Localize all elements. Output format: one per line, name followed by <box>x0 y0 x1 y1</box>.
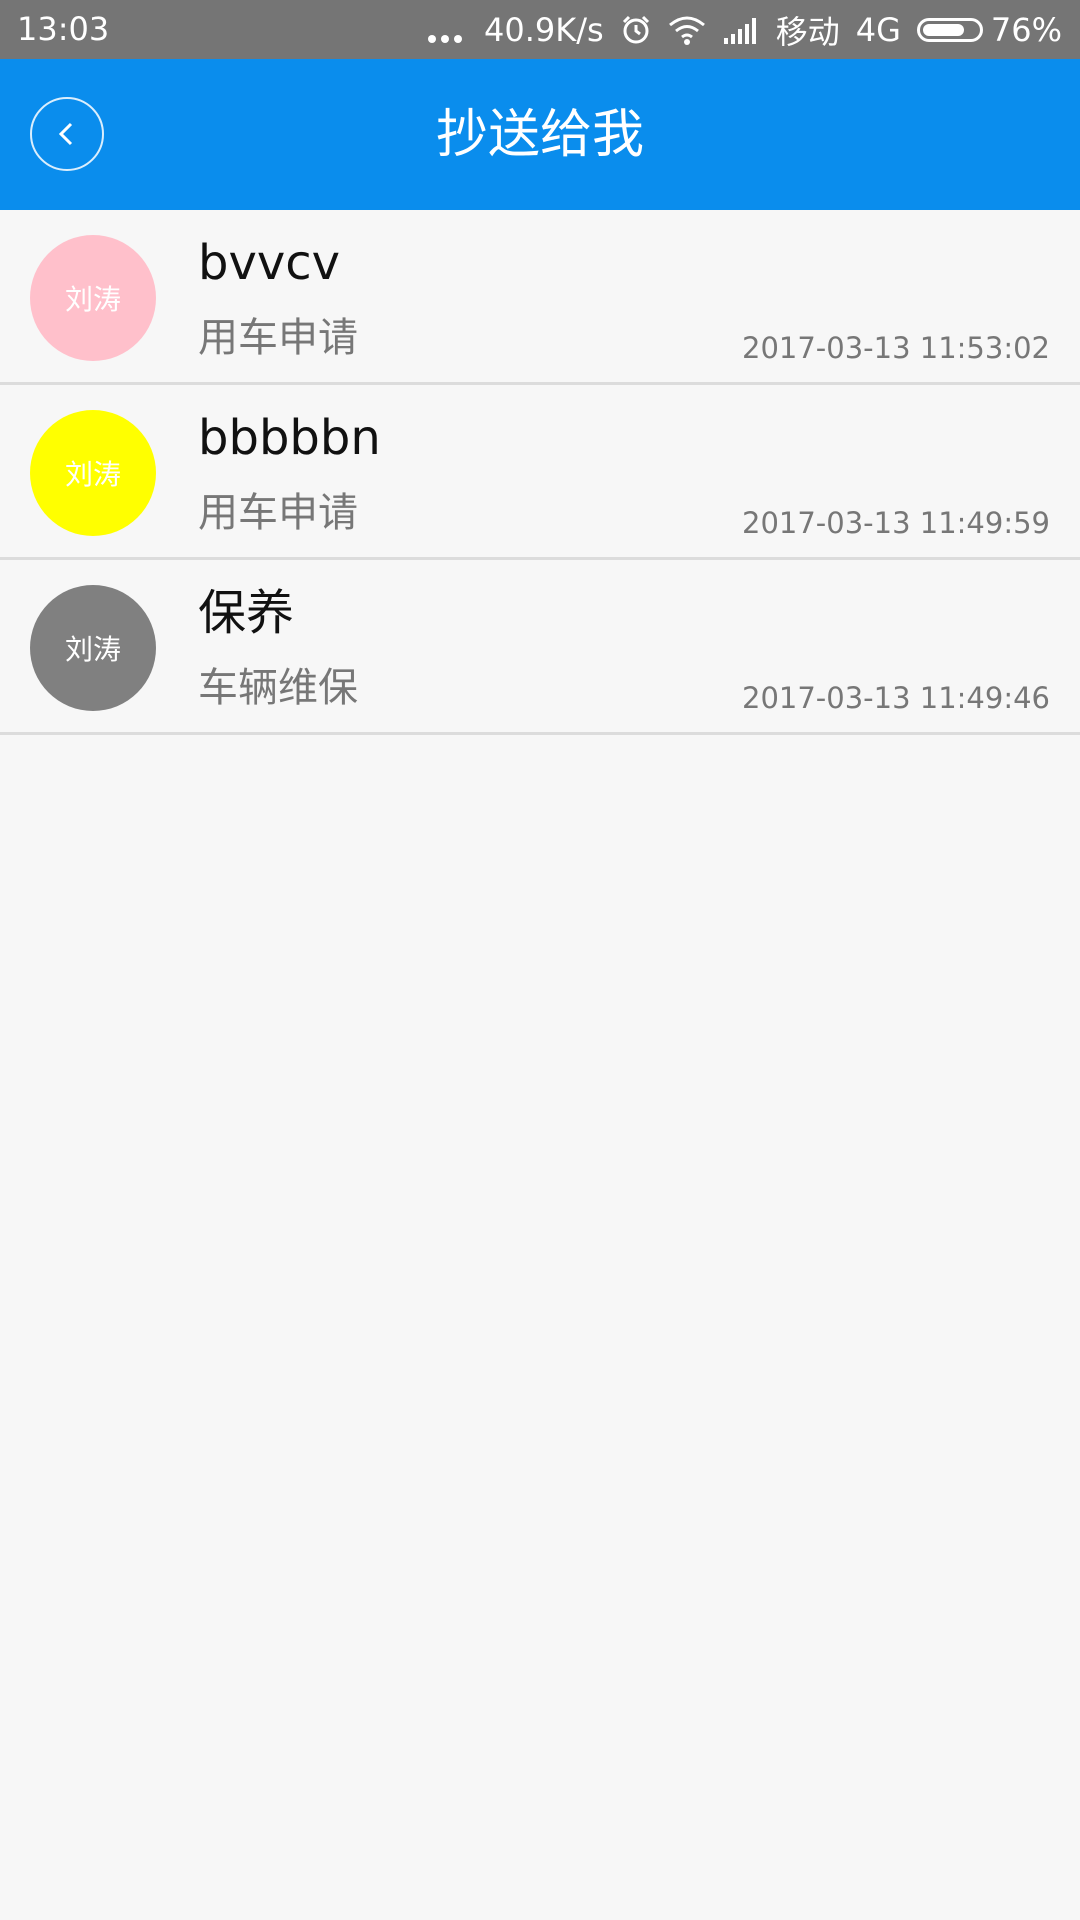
app-bar: 抄送给我 <box>0 59 1080 210</box>
network-type: 4G <box>855 11 901 49</box>
item-type: 车辆维保 <box>198 665 358 711</box>
avatar: 刘涛 <box>30 235 156 361</box>
more-dots-icon <box>428 17 463 43</box>
item-title: bbbbbn <box>198 410 381 466</box>
list-item[interactable]: 刘涛 bbbbbn 用车申请 2017-03-13 11:49:59 <box>0 385 1080 560</box>
item-type: 用车申请 <box>198 315 358 361</box>
avatar-text: 刘涛 <box>64 633 121 666</box>
network-speed: 40.9K/s <box>484 11 604 49</box>
avatar-text: 刘涛 <box>64 458 121 491</box>
wifi-icon <box>668 16 705 45</box>
item-type: 用车申请 <box>198 490 358 536</box>
battery-percent: 76% <box>990 11 1062 49</box>
avatar: 刘涛 <box>30 585 156 711</box>
item-timestamp: 2017-03-13 11:49:59 <box>742 506 1050 540</box>
signal-icon <box>723 18 756 44</box>
alarm-icon <box>622 15 649 44</box>
avatar: 刘涛 <box>30 410 156 536</box>
list-item[interactable]: 刘涛 bvvcv 用车申请 2017-03-13 11:53:02 <box>0 210 1080 385</box>
item-title: bvvcv <box>198 235 341 291</box>
status-bar: 13:03 40.9K/s 移动 4G 76% <box>0 0 1080 59</box>
status-time: 13:03 <box>17 10 110 48</box>
battery-indicator: 76% <box>916 11 1062 49</box>
avatar-text: 刘涛 <box>64 283 121 316</box>
item-title: 保养 <box>198 585 295 641</box>
status-icons: 40.9K/s 移动 4G 76% <box>428 8 1062 52</box>
item-timestamp: 2017-03-13 11:49:46 <box>742 681 1050 715</box>
battery-icon <box>916 18 983 42</box>
cc-list: 刘涛 bvvcv 用车申请 2017-03-13 11:53:02 刘涛 bbb… <box>0 210 1080 735</box>
list-item[interactable]: 刘涛 保养 车辆维保 2017-03-13 11:49:46 <box>0 560 1080 735</box>
item-timestamp: 2017-03-13 11:53:02 <box>742 331 1050 365</box>
carrier-label: 移动 <box>775 13 840 51</box>
page-title: 抄送给我 <box>435 105 644 165</box>
